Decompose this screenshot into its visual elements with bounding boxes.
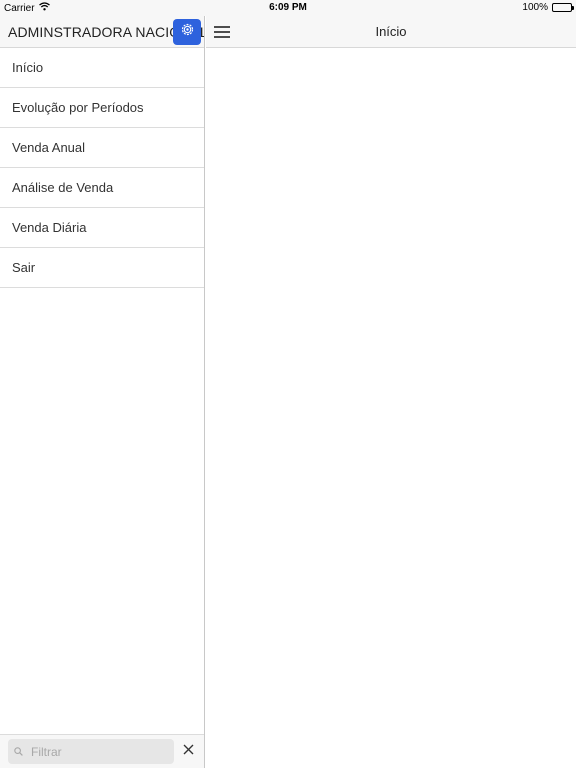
- page-title: Início: [375, 24, 407, 39]
- sidebar-item-venda-anual[interactable]: Venda Anual: [0, 128, 204, 168]
- sidebar-footer: [0, 734, 204, 768]
- status-bar: Carrier 6:09 PM 100%: [0, 0, 576, 16]
- sidebar-menu: Início Evolução por Períodos Venda Anual…: [0, 48, 204, 288]
- sidebar-item-label: Análise de Venda: [12, 180, 114, 195]
- status-right: 100%: [522, 2, 574, 13]
- battery-icon: [552, 3, 574, 12]
- sidebar: ADMINSTRADORA NACIONAL Início Evolução p…: [0, 16, 205, 768]
- status-time: 6:09 PM: [269, 2, 307, 13]
- sidebar-item-sair[interactable]: Sair: [0, 248, 204, 288]
- sidebar-item-label: Evolução por Períodos: [12, 100, 144, 115]
- main-header: Início: [206, 16, 576, 48]
- clear-filter-button[interactable]: [180, 743, 196, 759]
- main-panel: Início: [206, 16, 576, 768]
- sidebar-header: ADMINSTRADORA NACIONAL: [0, 16, 204, 48]
- sidebar-item-venda-diaria[interactable]: Venda Diária: [0, 208, 204, 248]
- search-icon: [14, 743, 23, 761]
- settings-button[interactable]: [173, 19, 201, 45]
- battery-percent: 100%: [522, 2, 548, 13]
- sidebar-item-label: Sair: [12, 260, 36, 275]
- filter-box: [8, 739, 174, 764]
- sidebar-item-label: Venda Anual: [12, 140, 86, 155]
- sidebar-item-inicio[interactable]: Início: [0, 48, 204, 88]
- sidebar-item-analise-de-venda[interactable]: Análise de Venda: [0, 168, 204, 208]
- close-icon: [183, 742, 194, 760]
- filter-input[interactable]: [31, 744, 161, 759]
- sidebar-item-evolucao-por-periodos[interactable]: Evolução por Períodos: [0, 88, 204, 128]
- gear-icon: [181, 23, 194, 41]
- sidebar-item-label: Início: [12, 60, 44, 75]
- sidebar-item-label: Venda Diária: [12, 220, 87, 235]
